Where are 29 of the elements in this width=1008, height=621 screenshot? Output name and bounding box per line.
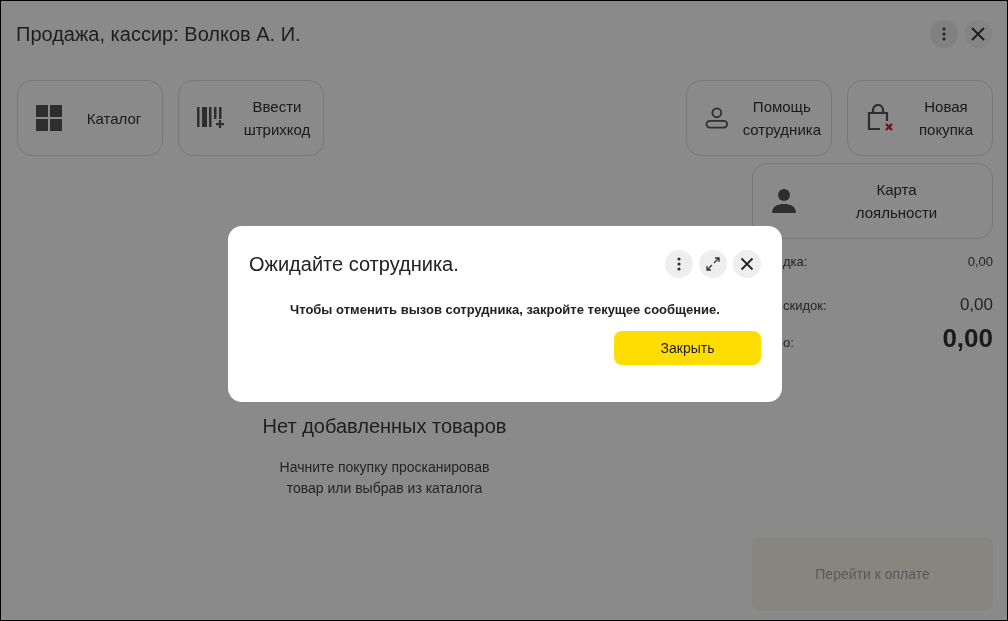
summary-value: 0,00 (942, 323, 993, 354)
close-icon (740, 257, 754, 271)
summary-value: 0,00 (967, 254, 993, 269)
grid-icon (36, 105, 62, 131)
close-button[interactable] (733, 250, 761, 278)
empty-state-text: Начните покупку просканировав товар или выбрав из каталога (278, 458, 491, 498)
summary-label: о: (783, 335, 794, 350)
expand-icon (706, 257, 720, 271)
barcode-icon (197, 105, 227, 131)
dialog-message: Чтобы отменить вызов сотрудника, закройте текущее сообщение. (289, 302, 721, 317)
action-button[interactable]: Помощь сотрудника (686, 80, 832, 156)
expand-button[interactable] (699, 250, 727, 278)
empty-state-title: Нет добавленных товаров (262, 415, 507, 438)
close-icon (971, 27, 985, 41)
more-icon (677, 257, 681, 271)
action-button[interactable]: Ввести штрихкод (178, 80, 324, 156)
summary-label: дка: (783, 254, 808, 269)
action-button[interactable]: Каталог (17, 80, 163, 156)
action-button[interactable]: Новая покупка (847, 80, 993, 156)
more-icon (942, 27, 946, 41)
window-title: Продажа, кассир: Волков А. И. (16, 22, 301, 46)
close-dialog-button[interactable]: Закрыть (614, 331, 761, 365)
more-button[interactable] (665, 250, 693, 278)
person-icon (771, 188, 797, 214)
summary-value: 0,00 (959, 295, 993, 315)
bag-x-icon (866, 104, 896, 132)
loyalty-card-button[interactable]: Карта лояльности (752, 163, 993, 239)
dialog-title: Ожидайте сотрудника. (249, 252, 459, 276)
summary-label: скидок: (783, 298, 827, 313)
